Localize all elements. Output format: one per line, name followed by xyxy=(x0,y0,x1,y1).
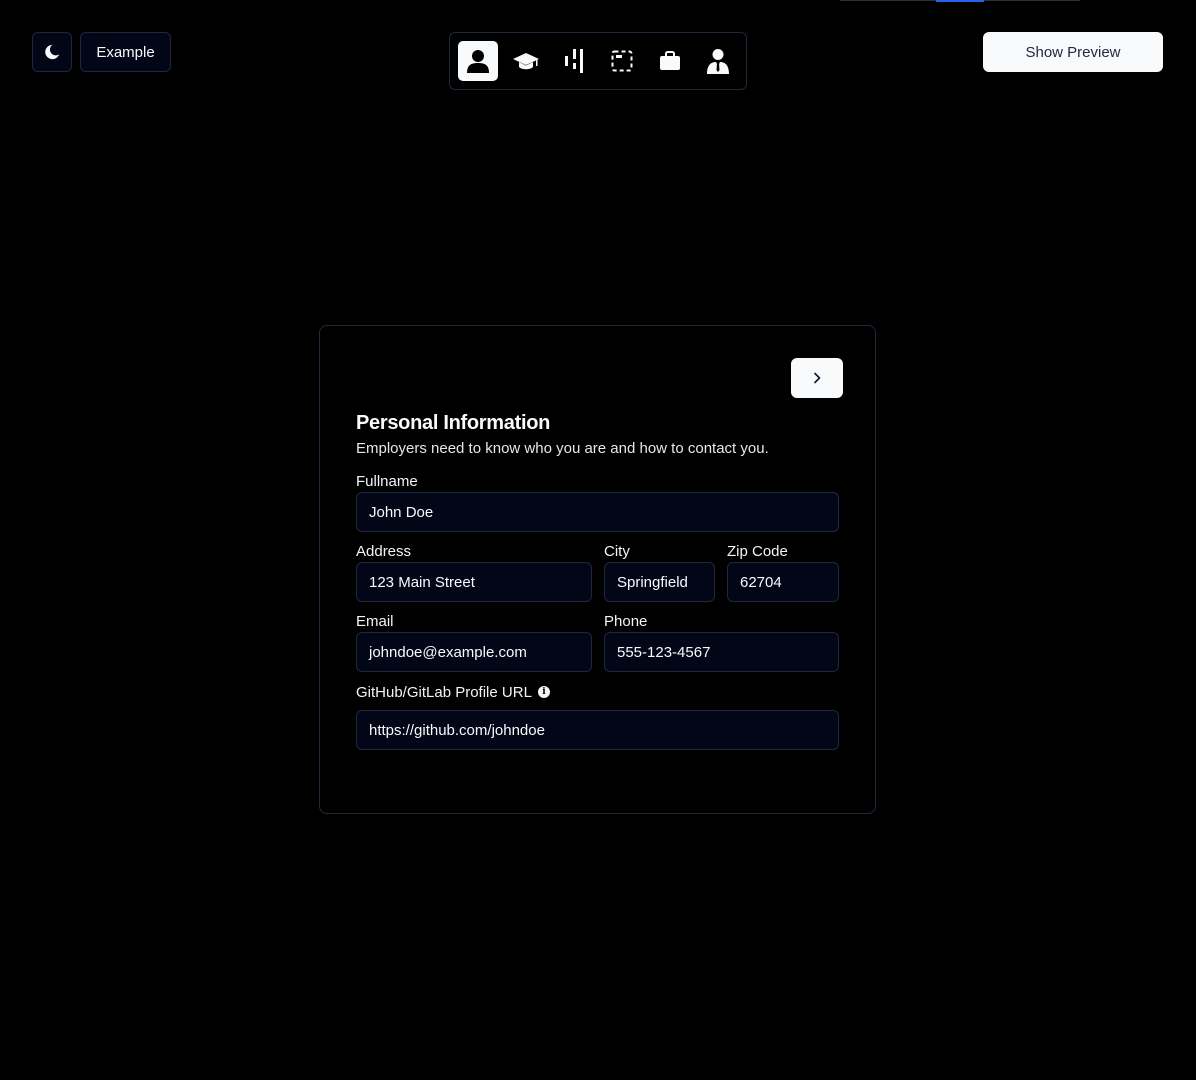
sliders-icon xyxy=(565,49,583,73)
dashed-square-icon xyxy=(611,50,633,72)
moon-icon xyxy=(45,44,60,60)
step-personal-info[interactable] xyxy=(458,41,498,81)
email-input[interactable]: johndoe@example.com xyxy=(356,632,592,672)
info-icon[interactable]: i xyxy=(537,686,550,698)
address-input[interactable]: 123 Main Street xyxy=(356,562,592,602)
next-button[interactable] xyxy=(791,358,843,398)
step-progress-bar xyxy=(840,0,1080,2)
progress-segment xyxy=(984,0,1080,1)
zip-code-field: Zip Code 62704 xyxy=(727,542,839,602)
progress-segment xyxy=(840,0,936,1)
profile-url-label: GitHub/GitLab Profile URL xyxy=(356,683,532,701)
section-stepper xyxy=(449,32,747,90)
email-field: Email johndoe@example.com xyxy=(356,612,592,672)
step-education[interactable] xyxy=(506,41,546,81)
example-button[interactable]: Example xyxy=(80,32,171,72)
briefcase-icon xyxy=(660,51,680,70)
profile-url-input[interactable]: https://github.com/johndoe xyxy=(356,710,839,750)
section-title: Personal Information xyxy=(356,412,551,434)
fullname-input[interactable]: John Doe xyxy=(356,492,839,532)
show-preview-button[interactable]: Show Preview xyxy=(983,32,1163,72)
personal-info-card: Personal Information Employers need to k… xyxy=(319,325,876,814)
address-field: Address 123 Main Street xyxy=(356,542,592,602)
step-experience[interactable] xyxy=(650,41,690,81)
fullname-label: Fullname xyxy=(356,473,418,490)
address-label: Address xyxy=(356,543,412,560)
profile-url-field: GitHub/GitLab Profile URL i https://gith… xyxy=(356,682,839,750)
phone-label: Phone xyxy=(604,613,648,630)
graduation-cap-icon xyxy=(513,53,539,70)
step-skills[interactable] xyxy=(554,41,594,81)
section-subtitle: Employers need to know who you are and h… xyxy=(356,440,769,457)
step-references[interactable] xyxy=(698,41,738,81)
progress-segment-active xyxy=(936,0,984,2)
chevron-right-icon xyxy=(814,372,821,384)
user-tie-icon xyxy=(707,49,729,74)
city-input[interactable]: Springfield xyxy=(604,562,715,602)
city-label: City xyxy=(604,543,630,560)
user-icon xyxy=(467,50,489,73)
phone-input[interactable]: 555-123-4567 xyxy=(604,632,839,672)
email-label: Email xyxy=(356,613,394,630)
city-field: City Springfield xyxy=(604,542,715,602)
zip-code-label: Zip Code xyxy=(727,543,788,560)
step-projects[interactable] xyxy=(602,41,642,81)
profile-url-label-row: GitHub/GitLab Profile URL i xyxy=(356,682,839,702)
zip-code-input[interactable]: 62704 xyxy=(727,562,839,602)
theme-toggle-button[interactable] xyxy=(32,32,72,72)
fullname-field: Fullname John Doe xyxy=(356,472,839,532)
phone-field: Phone 555-123-4567 xyxy=(604,612,839,672)
